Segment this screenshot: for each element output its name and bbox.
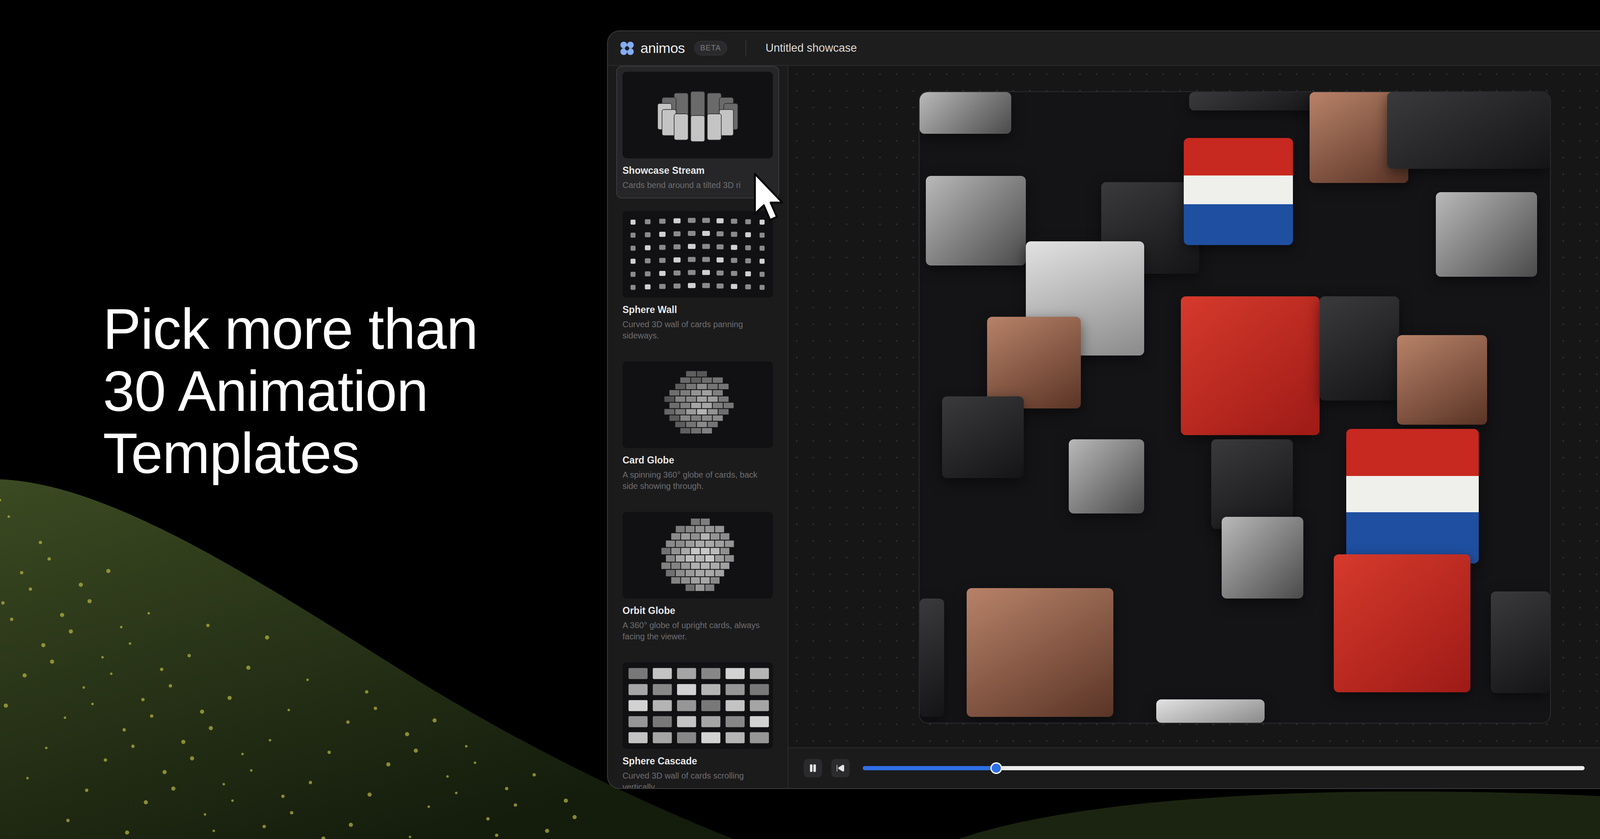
headline-line: Templates: [102, 422, 478, 485]
preview-card: [1333, 554, 1471, 693]
headline-line: Pick more than: [102, 297, 478, 360]
template-description: Cards bend around a tilted 3D ri: [622, 179, 773, 191]
ring-preview-icon: [622, 71, 773, 159]
preview-card: [1397, 335, 1488, 425]
main-area: [788, 65, 1600, 788]
template-title: Sphere Cascade: [622, 755, 773, 767]
preview-card: [966, 587, 1114, 717]
preview-card: [987, 316, 1081, 409]
hero: Pick more than30 AnimationTemplates: [0, 0, 608, 839]
preview-card: [1068, 439, 1145, 514]
template-thumbnail: [622, 361, 773, 448]
template-description: A 360° globe of upright cards, always fa…: [622, 619, 773, 643]
template-title: Showcase Stream: [622, 165, 773, 177]
player-bar: [788, 747, 1600, 788]
canvas: [788, 65, 1600, 748]
preview-card: [1183, 137, 1293, 245]
preview-card: [1319, 296, 1400, 401]
preview-card: [925, 175, 1026, 266]
preview-card: [1435, 192, 1537, 277]
headline-line: 30 Animation: [102, 360, 478, 423]
template-description: Curved 3D wall of cards scrolling vertic…: [622, 770, 773, 788]
template-list: Showcase Stream Cards bend around a tilte…: [607, 65, 789, 788]
preview-card: [1490, 591, 1550, 694]
preview-card: [1387, 92, 1551, 169]
template-title: Orbit Globe: [622, 605, 773, 617]
template-thumbnail: [622, 210, 773, 298]
timeline-slider[interactable]: [862, 765, 1585, 770]
brand-name: animos: [640, 40, 685, 57]
orbit-preview-icon: [622, 511, 773, 599]
template-card[interactable]: Card Globe A spinning 360° globe of cards…: [616, 355, 780, 500]
preview-card: [942, 396, 1024, 478]
preview-card: [1189, 92, 1326, 111]
template-thumbnail: [622, 71, 773, 159]
template-description: A spinning 360° globe of cards, back sid…: [622, 469, 773, 492]
template-thumbnail: [622, 662, 773, 749]
template-title: Card Globe: [622, 454, 773, 466]
workspace: Showcase Stream Cards bend around a tilte…: [607, 65, 1600, 788]
cascade-preview-icon: [622, 662, 773, 749]
skip-back-icon: [835, 763, 845, 773]
app-window: animos BETA Untitled showcase Showcase Stre…: [607, 30, 1600, 789]
cursor-icon: [752, 172, 785, 222]
template-title: Sphere Wall: [622, 304, 773, 316]
preview-card: [1211, 439, 1293, 530]
headline: Pick more than30 AnimationTemplates: [102, 297, 478, 485]
restart-button[interactable]: [831, 758, 850, 778]
preview-card: [919, 92, 1012, 134]
preview-card: [919, 598, 945, 717]
document-title[interactable]: Untitled showcase: [765, 41, 857, 55]
globe-preview-icon: [622, 361, 773, 448]
logo-icon: [619, 40, 635, 56]
preview-card: [1180, 296, 1320, 435]
pause-icon: [808, 763, 818, 773]
template-thumbnail: [622, 511, 773, 599]
template-card[interactable]: Orbit Globe A 360° globe of upright cards…: [616, 505, 780, 650]
wall-preview-icon: [622, 210, 773, 298]
template-card[interactable]: Sphere Cascade Curved 3D wall of cards sc…: [616, 656, 780, 788]
preview-card: [1156, 699, 1265, 723]
preview-card: [1346, 428, 1479, 564]
page: Pick more than30 AnimationTemplates animo…: [0, 0, 1600, 839]
template-description: Curved 3D wall of cards panning sideways…: [622, 318, 773, 342]
timeline-fill: [862, 765, 997, 770]
title-bar: animos BETA Untitled showcase: [607, 31, 1600, 66]
pause-button[interactable]: [803, 758, 823, 778]
preview-card: [1221, 516, 1304, 599]
preview-frame: [918, 91, 1551, 724]
beta-badge: BETA: [694, 40, 728, 56]
template-card[interactable]: Sphere Wall Curved 3D wall of cards panni…: [616, 205, 780, 349]
timeline-knob[interactable]: [990, 762, 1003, 774]
title-divider: [745, 40, 747, 57]
